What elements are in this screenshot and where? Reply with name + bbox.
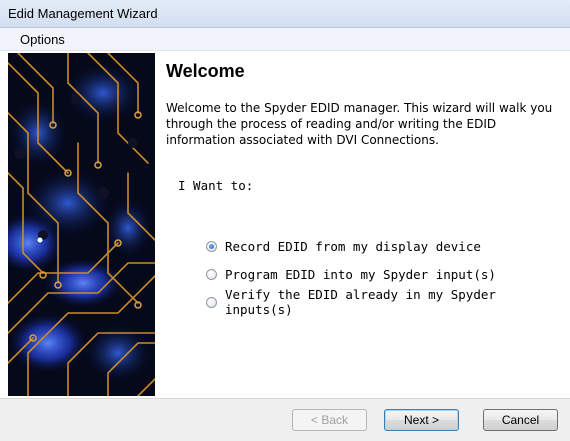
radio-unchecked-icon[interactable] xyxy=(206,268,217,280)
window-title: Edid Management Wizard xyxy=(8,6,158,21)
next-button[interactable]: Next > xyxy=(384,409,459,431)
circuit-board-graphic xyxy=(8,53,155,396)
button-bar: < Back Next > Cancel xyxy=(0,398,570,441)
intro-text: Welcome to the Spyder EDID manager. This… xyxy=(166,100,570,148)
prompt-label: I Want to: xyxy=(178,178,254,193)
cancel-button[interactable]: Cancel xyxy=(483,409,558,431)
page-heading: Welcome xyxy=(166,61,245,81)
option-label: Verify the EDID already in my Spyder inp… xyxy=(224,287,496,317)
circuit-board-image xyxy=(8,53,155,396)
menu-bar: Options xyxy=(0,28,570,51)
option-verify-edid[interactable]: Verify the EDID already in my Spyder inp… xyxy=(206,287,570,317)
title-bar: Edid Management Wizard xyxy=(0,0,570,28)
intro-line: information associated with DVI Connecti… xyxy=(166,133,439,147)
option-record-edid[interactable]: Record EDID from my display device xyxy=(206,237,481,255)
wizard-content: Welcome Welcome to the Spyder EDID manag… xyxy=(160,53,570,396)
back-button[interactable]: < Back xyxy=(292,409,367,431)
radio-unchecked-icon[interactable] xyxy=(206,296,217,308)
option-label: Program EDID into my Spyder input(s) xyxy=(225,266,496,282)
option-program-edid[interactable]: Program EDID into my Spyder input(s) xyxy=(206,265,496,283)
option-label: Record EDID from my display device xyxy=(225,238,481,254)
menu-options[interactable]: Options xyxy=(20,32,65,47)
intro-line: through the process of reading and/or wr… xyxy=(166,117,497,131)
radio-checked-icon[interactable] xyxy=(206,240,217,252)
intro-line: Welcome to the Spyder EDID manager. This… xyxy=(166,101,553,115)
